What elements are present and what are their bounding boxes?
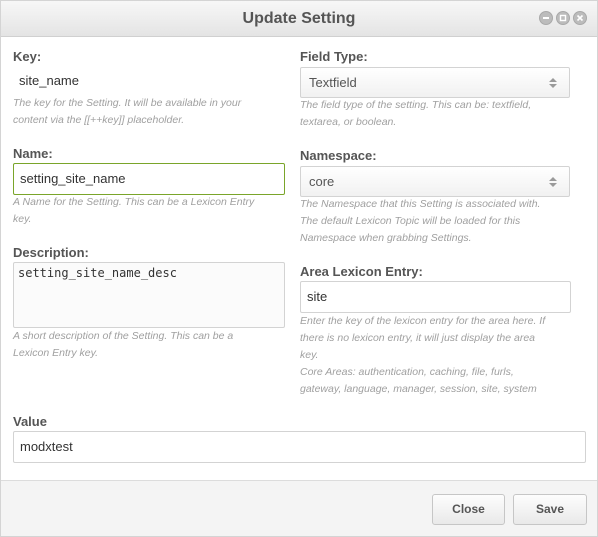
name-field[interactable]: setting_site_name <box>13 163 285 195</box>
namespace-select[interactable]: core <box>300 166 570 197</box>
area-label: Area Lexicon Entry: <box>300 264 423 279</box>
close-icon[interactable] <box>573 11 587 25</box>
field-type-select[interactable]: Textfield <box>300 67 570 98</box>
value-label: Value <box>13 414 47 429</box>
area-help: Enter the key of the lexicon entry for t… <box>300 315 546 395</box>
field-type-value: Textfield <box>309 75 357 90</box>
name-label: Name: <box>13 146 53 161</box>
field-type-label: Field Type: <box>300 49 368 64</box>
value-field[interactable]: modxtest <box>13 431 586 463</box>
maximize-icon[interactable] <box>556 11 570 25</box>
description-help: A short description of the Setting. This… <box>13 330 234 359</box>
save-button[interactable]: Save <box>513 494 587 525</box>
namespace-label: Namespace: <box>300 148 377 163</box>
key-help: The key for the Setting. It will be avai… <box>13 97 242 126</box>
update-setting-window: Update Setting Key: site_name The key fo… <box>0 0 598 537</box>
key-field[interactable]: site_name <box>13 65 285 97</box>
key-label: Key: <box>13 49 42 64</box>
minimize-icon[interactable] <box>539 11 553 25</box>
window-title: Update Setting <box>242 10 356 27</box>
namespace-value: core <box>309 174 335 189</box>
updown-arrows-icon <box>549 177 557 187</box>
field-type-help: The field type of the setting. This can … <box>300 99 532 128</box>
updown-arrows-icon <box>549 78 557 88</box>
description-textarea[interactable]: setting_site_name_desc <box>13 262 285 328</box>
name-help: A Name for the Setting. This can be a Le… <box>13 196 255 225</box>
description-label: Description: <box>13 245 89 260</box>
close-button[interactable]: Close <box>432 494 505 525</box>
window-titlebar[interactable]: Update Setting <box>1 1 597 37</box>
window-footer: Close Save <box>1 480 597 536</box>
area-field[interactable]: site <box>300 281 571 313</box>
namespace-help: The Namespace that this Setting is assoc… <box>300 198 541 244</box>
